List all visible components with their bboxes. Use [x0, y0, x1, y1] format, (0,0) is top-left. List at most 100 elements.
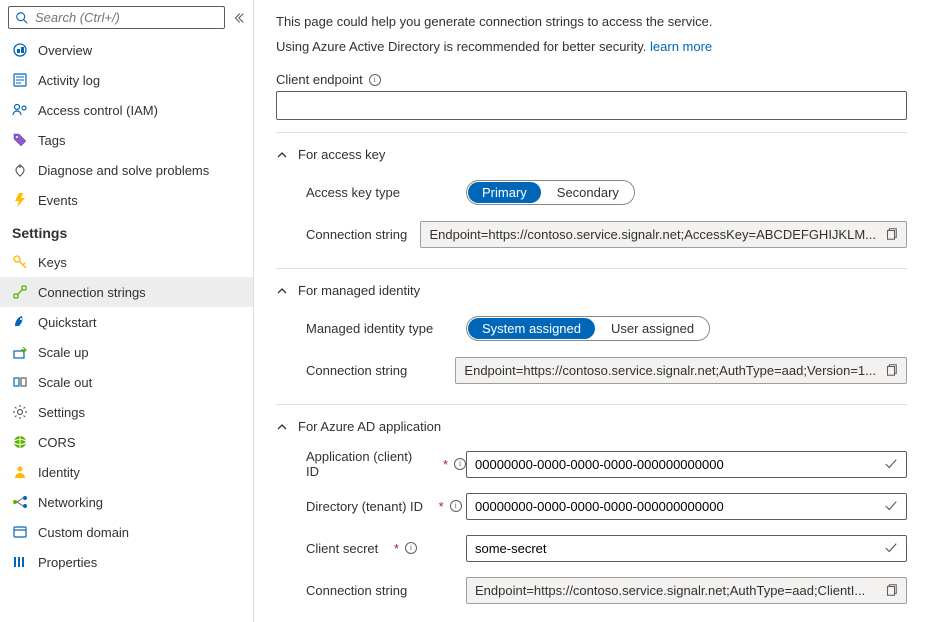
sidebar-item-keys[interactable]: Keys [0, 247, 253, 277]
tags-icon [12, 132, 28, 148]
overview-icon [12, 42, 28, 58]
nav-scroll[interactable]: Overview Activity log Access control (IA… [0, 35, 253, 622]
client-secret-input[interactable] [475, 541, 876, 556]
connection-string-label: Connection string [306, 583, 466, 598]
info-icon[interactable]: i [454, 458, 466, 470]
sidebar-item-connection-strings[interactable]: Connection strings [0, 277, 253, 307]
sidebar-item-label: Tags [38, 133, 65, 148]
info-icon[interactable]: i [450, 500, 462, 512]
sidebar-item-cors[interactable]: CORS [0, 427, 253, 457]
sidebar-item-label: Networking [38, 495, 103, 510]
page-description: This page could help you generate connec… [276, 14, 907, 29]
connection-string-label: Connection string [306, 227, 420, 242]
section-header-managed-identity[interactable]: For managed identity [276, 279, 907, 302]
diagnose-icon [12, 162, 28, 178]
sidebar-item-label: Events [38, 193, 78, 208]
chevron-up-icon [276, 421, 288, 433]
sidebar-item-label: Settings [38, 405, 85, 420]
identity-icon [12, 464, 28, 480]
connection-string-access-key: Endpoint=https://contoso.service.signalr… [420, 221, 907, 248]
sidebar-item-settings[interactable]: Settings [0, 397, 253, 427]
connection-strings-icon [12, 284, 28, 300]
connection-string-label: Connection string [306, 363, 455, 378]
sidebar-item-label: Properties [38, 555, 97, 570]
sidebar-item-label: Scale out [38, 375, 92, 390]
connection-string-managed-identity: Endpoint=https://contoso.service.signalr… [455, 357, 907, 384]
copy-icon[interactable] [884, 227, 898, 241]
quickstart-icon [12, 314, 28, 330]
collapse-sidebar-icon[interactable] [231, 11, 245, 25]
client-secret-label: Client secret * i [306, 541, 466, 556]
directory-tenant-id-label: Directory (tenant) ID * i [306, 499, 466, 514]
check-icon [884, 457, 898, 471]
application-client-id-label: Application (client) ID * i [306, 449, 466, 479]
sidebar-item-label: Scale up [38, 345, 89, 360]
sidebar-item-label: Keys [38, 255, 67, 270]
sidebar-item-networking[interactable]: Networking [0, 487, 253, 517]
sidebar: Overview Activity log Access control (IA… [0, 0, 254, 622]
pill-primary[interactable]: Primary [468, 182, 541, 203]
section-managed-identity: For managed identity Managed identity ty… [276, 268, 907, 392]
check-icon [884, 499, 898, 513]
sidebar-item-events[interactable]: Events [0, 185, 253, 215]
sidebar-item-label: Access control (IAM) [38, 103, 158, 118]
directory-tenant-id-input-wrap[interactable] [466, 493, 907, 520]
search-icon [15, 11, 29, 25]
sidebar-item-scale-out[interactable]: Scale out [0, 367, 253, 397]
cors-icon [12, 434, 28, 450]
activity-log-icon [12, 72, 28, 88]
application-client-id-input[interactable] [475, 457, 876, 472]
directory-tenant-id-input[interactable] [475, 499, 876, 514]
chevron-up-icon [276, 285, 288, 297]
sidebar-item-activity-log[interactable]: Activity log [0, 65, 253, 95]
section-header-access-key[interactable]: For access key [276, 143, 907, 166]
sidebar-item-tags[interactable]: Tags [0, 125, 253, 155]
main-content: This page could help you generate connec… [254, 0, 925, 622]
check-icon [884, 541, 898, 555]
custom-domain-icon [12, 524, 28, 540]
chevron-up-icon [276, 149, 288, 161]
sidebar-item-identity[interactable]: Identity [0, 457, 253, 487]
sidebar-item-custom-domain[interactable]: Custom domain [0, 517, 253, 547]
sidebar-item-diagnose[interactable]: Diagnose and solve problems [0, 155, 253, 185]
access-key-type-label: Access key type [306, 185, 466, 200]
sidebar-item-scale-up[interactable]: Scale up [0, 337, 253, 367]
access-control-icon [12, 102, 28, 118]
sidebar-item-overview[interactable]: Overview [0, 35, 253, 65]
sidebar-item-label: Activity log [38, 73, 100, 88]
settings-header: Settings [0, 215, 253, 247]
sidebar-item-label: Custom domain [38, 525, 129, 540]
sidebar-item-label: Overview [38, 43, 92, 58]
keys-icon [12, 254, 28, 270]
managed-identity-type-toggle[interactable]: System assigned User assigned [466, 316, 710, 341]
networking-icon [12, 494, 28, 510]
pill-user-assigned[interactable]: User assigned [597, 318, 708, 339]
sidebar-item-properties[interactable]: Properties [0, 547, 253, 577]
info-icon[interactable]: i [369, 74, 381, 86]
copy-icon[interactable] [884, 363, 898, 377]
search-box[interactable] [8, 6, 225, 29]
scale-out-icon [12, 374, 28, 390]
sidebar-item-label: Identity [38, 465, 80, 480]
recommendation-text: Using Azure Active Directory is recommen… [276, 39, 907, 54]
client-secret-input-wrap[interactable] [466, 535, 907, 562]
events-icon [12, 192, 28, 208]
pill-secondary[interactable]: Secondary [543, 182, 633, 203]
info-icon[interactable]: i [405, 542, 417, 554]
client-endpoint-label: Client endpoint i [276, 72, 381, 87]
copy-icon[interactable] [884, 583, 898, 597]
section-header-azure-ad[interactable]: For Azure AD application [276, 415, 907, 438]
pill-system-assigned[interactable]: System assigned [468, 318, 595, 339]
application-client-id-input-wrap[interactable] [466, 451, 907, 478]
managed-identity-type-label: Managed identity type [306, 321, 466, 336]
scale-up-icon [12, 344, 28, 360]
access-key-type-toggle[interactable]: Primary Secondary [466, 180, 635, 205]
sidebar-item-quickstart[interactable]: Quickstart [0, 307, 253, 337]
learn-more-link[interactable]: learn more [650, 39, 712, 54]
client-endpoint-input[interactable] [276, 91, 907, 120]
sidebar-item-label: Diagnose and solve problems [38, 163, 209, 178]
sidebar-item-label: Connection strings [38, 285, 146, 300]
connection-string-azure-ad: Endpoint=https://contoso.service.signalr… [466, 577, 907, 604]
search-input[interactable] [35, 10, 218, 25]
sidebar-item-access-control[interactable]: Access control (IAM) [0, 95, 253, 125]
